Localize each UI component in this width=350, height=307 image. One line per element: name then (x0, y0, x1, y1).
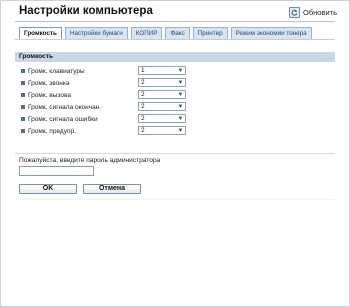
select-value: 2 (141, 79, 145, 86)
refresh-label: Обновить (303, 8, 337, 17)
bullet-icon (21, 105, 25, 109)
select-value: 2 (141, 127, 145, 134)
title-divider (15, 21, 335, 22)
select-value: 2 (141, 103, 145, 110)
setting-label: Громк. сигнала ошибки (28, 115, 98, 123)
tab-divider (15, 39, 335, 40)
setting-row-ring-volume: Громк. звонка 2 ▼ (15, 77, 335, 89)
setting-label: Громк. сигнала окончан. (28, 103, 102, 111)
chevron-down-icon: ▼ (177, 79, 184, 86)
select-value: 2 (141, 115, 145, 122)
chevron-down-icon: ▼ (177, 67, 184, 74)
setting-row-call-volume: Громк. вызова 2 ▼ (15, 89, 335, 101)
ring-volume-select[interactable]: 2 ▼ (138, 78, 186, 87)
bullet-icon (21, 69, 25, 73)
setting-label: Громк. предупр. (28, 127, 76, 135)
chevron-down-icon: ▼ (177, 115, 184, 122)
setting-row-completion-volume: Громк. сигнала окончан. 2 ▼ (15, 101, 335, 113)
chevron-down-icon: ▼ (177, 103, 184, 110)
select-value: 1 (141, 67, 145, 74)
keyboard-volume-select[interactable]: 1 ▼ (138, 66, 186, 75)
error-volume-select[interactable]: 2 ▼ (138, 114, 186, 123)
chevron-down-icon: ▼ (177, 91, 184, 98)
completion-volume-select[interactable]: 2 ▼ (138, 102, 186, 111)
ok-button[interactable]: OK (19, 184, 77, 194)
bullet-icon (21, 117, 25, 121)
setting-label: Громк. клавиатуры (28, 67, 85, 75)
bullet-icon (21, 81, 25, 85)
refresh-button[interactable]: Обновить (289, 7, 337, 18)
setting-label: Громк. звонка (28, 79, 70, 87)
form-divider (15, 153, 335, 154)
setting-row-keyboard-volume: Громк. клавиатуры 1 ▼ (15, 65, 335, 77)
settings-list: Громк. клавиатуры 1 ▼ Громк. звонка 2 ▼ … (15, 65, 335, 137)
bottom-divider (15, 199, 335, 200)
admin-password-input[interactable] (19, 166, 94, 176)
setting-label: Громк. вызова (28, 91, 71, 99)
window-frame: Настройки компьютера Обновить Громкость … (0, 0, 350, 307)
admin-password-label: Пожалуйста, введите пароль администратор… (19, 157, 161, 164)
refresh-icon (289, 7, 301, 18)
tab-bar: Громкость Настройки бумаги КОПИР Факс Пр… (19, 27, 312, 40)
page-title: Настройки компьютера (19, 5, 153, 17)
setting-row-warning-volume: Громк. предупр. 2 ▼ (15, 125, 335, 137)
warning-volume-select[interactable]: 2 ▼ (138, 126, 186, 135)
bullet-icon (21, 129, 25, 133)
bullet-icon (21, 93, 25, 97)
select-value: 2 (141, 91, 145, 98)
cancel-button[interactable]: Отмена (83, 184, 141, 194)
setting-row-error-volume: Громк. сигнала ошибки 2 ▼ (15, 113, 335, 125)
call-volume-select[interactable]: 2 ▼ (138, 90, 186, 99)
chevron-down-icon: ▼ (177, 127, 184, 134)
section-header: Громкость (15, 52, 335, 62)
